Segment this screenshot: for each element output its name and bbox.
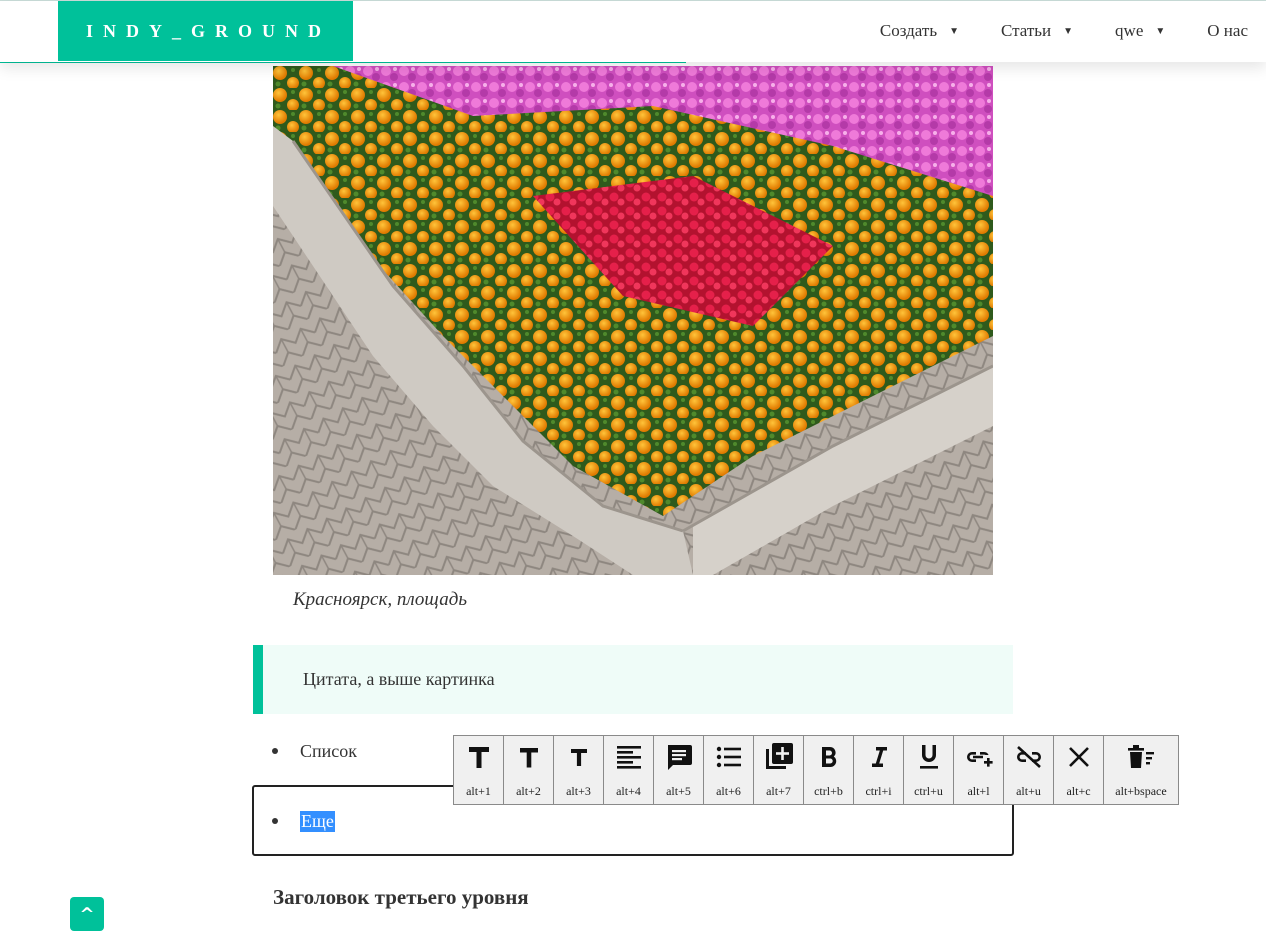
heading-3-icon [570, 749, 587, 766]
selected-text[interactable]: Еще [300, 810, 335, 832]
unlink-icon [1016, 746, 1041, 768]
list-item-text: Список [300, 740, 358, 761]
nav-articles[interactable]: Статьи ▼ [1001, 21, 1073, 41]
link-icon [966, 752, 993, 767]
nav-create[interactable]: Создать ▼ [880, 21, 959, 41]
italic-icon [871, 747, 887, 767]
list-item[interactable]: Список [272, 739, 357, 763]
insert-block-button[interactable]: alt+7 [753, 735, 804, 805]
main-nav: Создать ▼ Статьи ▼ qwe ▼ О нас [838, 1, 1248, 61]
heading-2-icon [519, 748, 538, 768]
flowerbed-photo [273, 66, 993, 575]
shortcut-label: alt+1 [466, 784, 491, 798]
quote-icon [667, 745, 692, 770]
unlink-button[interactable]: alt+u [1003, 735, 1054, 805]
scroll-to-top-button[interactable]: ^ [70, 897, 104, 931]
article-image[interactable] [273, 66, 993, 575]
shortcut-label: alt+c [1066, 784, 1091, 798]
link-button[interactable]: alt+l [953, 735, 1004, 805]
heading-level-3: Заголовок третьего уровня [273, 885, 529, 909]
shortcut-label: ctrl+b [814, 784, 843, 798]
shortcut-label: alt+6 [716, 784, 741, 798]
editor-toolbar: alt+1 alt+2 alt+3 alt+4 alt+5 alt+6 alt+… [453, 735, 1179, 805]
caret-down-icon: ▼ [1063, 25, 1074, 37]
underline-button[interactable]: ctrl+u [903, 735, 954, 805]
underline-icon [919, 745, 938, 769]
bullet-icon [272, 818, 278, 824]
blockquote[interactable]: Цитата, а выше картинка [253, 645, 1013, 714]
bullet-icon [272, 748, 278, 754]
list-item-active[interactable]: Еще [272, 806, 335, 836]
quote-button[interactable]: alt+5 [653, 735, 704, 805]
heading-3-button[interactable]: alt+3 [553, 735, 604, 805]
shortcut-label: alt+2 [516, 784, 541, 798]
nav-create-label: Создать [879, 21, 938, 40]
shortcut-label: alt+l [967, 784, 990, 798]
image-caption: Красноярск, площадь [293, 589, 467, 610]
shortcut-label: alt+3 [566, 784, 591, 798]
delete-block-icon [1128, 745, 1154, 768]
shortcut-label: alt+4 [616, 784, 641, 798]
heading-2-button[interactable]: alt+2 [503, 735, 554, 805]
shortcut-label: ctrl+i [865, 784, 892, 798]
caret-down-icon: ▼ [949, 25, 959, 37]
list-button[interactable]: alt+6 [703, 735, 754, 805]
clear-format-button[interactable]: alt+c [1053, 735, 1104, 805]
clear-icon [1068, 747, 1089, 767]
shortcut-label: alt+u [1016, 784, 1041, 798]
shortcut-label: alt+7 [766, 784, 791, 798]
paragraph-icon [616, 746, 641, 769]
nav-user[interactable]: qwe ▼ [1115, 21, 1165, 41]
bold-button[interactable]: ctrl+b [803, 735, 854, 805]
site-header: INDY_GROUND Создать ▼ Статьи ▼ qwe ▼ О н… [0, 1, 1266, 62]
nav-about-label: О нас [1207, 21, 1248, 40]
site-logo[interactable]: INDY_GROUND [58, 1, 353, 61]
shortcut-label: alt+bspace [1115, 784, 1167, 798]
insert-block-icon [765, 743, 793, 769]
heading-1-button[interactable]: alt+1 [453, 735, 504, 805]
shortcut-label: alt+5 [666, 784, 691, 798]
heading-1-icon [468, 747, 489, 768]
nav-user-label: qwe [1115, 21, 1144, 40]
delete-block-button[interactable]: alt+bspace [1103, 735, 1179, 805]
bold-icon [821, 746, 836, 767]
list-icon [716, 746, 741, 768]
nav-articles-label: Статьи [1001, 21, 1052, 40]
italic-button[interactable]: ctrl+i [853, 735, 904, 805]
caret-down-icon: ▼ [1155, 25, 1166, 37]
nav-about[interactable]: О нас [1207, 21, 1248, 41]
paragraph-button[interactable]: alt+4 [603, 735, 654, 805]
shortcut-label: ctrl+u [914, 784, 943, 798]
